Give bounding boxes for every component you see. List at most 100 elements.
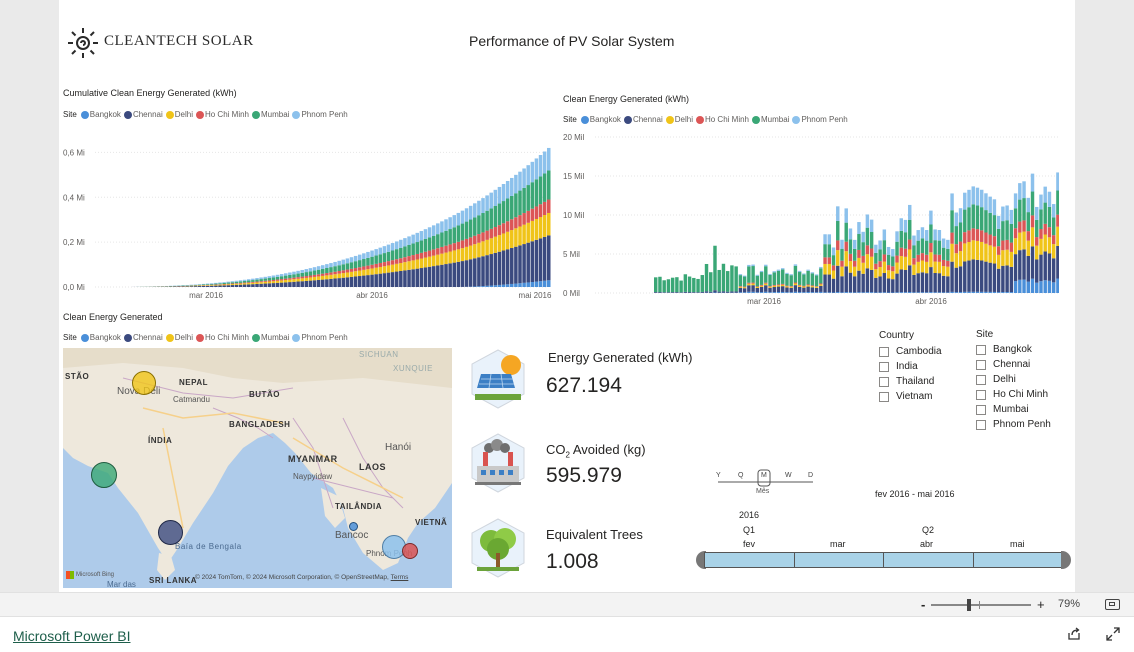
bar-stack[interactable] [1051, 204, 1056, 293]
bar-stack[interactable] [670, 277, 675, 293]
legend-item-bangkok[interactable]: Bangkok [580, 115, 621, 124]
site-option-phnom-penh[interactable]: Phnom Penh [976, 417, 1071, 432]
checkbox[interactable] [879, 376, 889, 387]
bar-stack[interactable] [903, 219, 908, 293]
bar-stack[interactable] [721, 263, 726, 293]
bar-stack[interactable] [793, 264, 798, 293]
bar-stack[interactable] [755, 274, 760, 293]
bar-stack[interactable] [869, 219, 874, 293]
bar-stack[interactable] [967, 189, 971, 293]
bar-stack[interactable] [937, 230, 942, 293]
bar-stack[interactable] [734, 266, 738, 293]
bar-stack[interactable] [836, 206, 840, 293]
country-option-vietnam[interactable]: Vietnam [879, 389, 969, 404]
legend-item-delhi[interactable]: Delhi [165, 110, 193, 119]
bar-stack[interactable] [1005, 205, 1009, 293]
legend-item-mumbai[interactable]: Mumbai [752, 115, 789, 124]
bar-stack[interactable] [848, 228, 853, 293]
timeline-cell-abr[interactable] [884, 553, 974, 567]
checkbox[interactable] [976, 389, 986, 400]
site-slicer[interactable]: Site Bangkok Chennai Delhi Ho Chi Minh Mumba… [976, 329, 1071, 432]
bar-stack[interactable] [954, 212, 959, 293]
bar-stack[interactable] [1035, 206, 1039, 293]
map-bubble-delhi[interactable] [132, 371, 156, 395]
bar-stack[interactable] [662, 280, 666, 293]
granularity-option-y[interactable]: Y [716, 472, 721, 479]
fit-to-page-icon[interactable] [1105, 599, 1120, 610]
bar-stack[interactable] [861, 231, 865, 293]
bar-stack[interactable] [984, 193, 988, 293]
bar-stack[interactable] [840, 239, 844, 293]
country-option-cambodia[interactable]: Cambodia [879, 344, 969, 359]
bar-stack[interactable] [819, 266, 823, 293]
checkbox[interactable] [976, 344, 986, 355]
bar-stack[interactable] [759, 270, 764, 293]
bar-stack[interactable] [886, 246, 891, 293]
granularity-option-q[interactable]: Q [738, 472, 743, 479]
bar-stack[interactable] [781, 268, 785, 293]
bar-stack[interactable] [709, 272, 713, 293]
bar-stack[interactable] [920, 227, 925, 293]
checkbox[interactable] [879, 391, 889, 402]
map-bubble-mumbai[interactable] [91, 462, 117, 488]
daily-chart-legend[interactable]: Site Bangkok Chennai Delhi Ho Chi Minh Mumbai… [563, 115, 851, 124]
bar-stack[interactable] [831, 247, 836, 293]
zoom-in-button[interactable]: + [1037, 597, 1045, 612]
bar-stack[interactable] [810, 272, 815, 293]
bar-stack[interactable] [764, 264, 768, 293]
bar-stack[interactable] [1043, 186, 1047, 293]
legend-item-mumbai[interactable]: Mumbai [252, 333, 289, 342]
checkbox[interactable] [976, 404, 986, 415]
bar-stack[interactable] [730, 265, 734, 293]
bar-stack[interactable] [738, 274, 743, 293]
legend-item-ho-chi-minh[interactable]: Ho Chi Minh [695, 115, 749, 124]
bar-stack[interactable] [679, 280, 683, 293]
bar-stack[interactable] [751, 264, 755, 293]
bar-stack[interactable] [785, 272, 789, 293]
map-attribution[interactable]: © 2024 TomTom, © 2024 Microsoft Corporat… [195, 574, 408, 581]
bar-stack[interactable] [802, 273, 806, 293]
legend-item-phnom-penh[interactable]: Phnom Penh [292, 333, 348, 342]
bar-stack[interactable] [941, 238, 946, 293]
legend-item-chennai[interactable]: Chennai [123, 110, 163, 119]
country-option-thailand[interactable]: Thailand [879, 374, 969, 389]
bar-stack[interactable] [946, 239, 950, 293]
bar-stack[interactable] [852, 239, 857, 293]
bar-stack[interactable] [742, 275, 747, 293]
country-option-india[interactable]: India [879, 359, 969, 374]
legend-item-ho-chi-minh[interactable]: Ho Chi Minh [195, 333, 249, 342]
bar-stack[interactable] [878, 240, 882, 293]
legend-item-chennai[interactable]: Chennai [623, 115, 663, 124]
bar-stack[interactable] [768, 273, 772, 293]
bar-stack[interactable] [929, 210, 933, 293]
timeline-cell-fev[interactable] [705, 553, 795, 567]
power-bi-link[interactable]: Microsoft Power BI [13, 628, 130, 644]
bar-stack[interactable] [996, 215, 1001, 293]
legend-item-phnom-penh[interactable]: Phnom Penh [792, 115, 848, 124]
bar-stack[interactable] [696, 278, 700, 293]
checkbox[interactable] [879, 361, 889, 372]
site-option-ho-chi-minh[interactable]: Ho Chi Minh [976, 387, 1071, 402]
bar-stack[interactable] [658, 276, 662, 293]
bar-stack[interactable] [958, 208, 963, 293]
share-icon[interactable] [1067, 627, 1081, 646]
timeline-cell-mai[interactable] [974, 553, 1063, 567]
bar-stack[interactable] [950, 193, 954, 293]
bar-stack[interactable] [683, 274, 688, 293]
legend-item-bangkok[interactable]: Bangkok [80, 333, 121, 342]
bar-stack[interactable] [1047, 191, 1052, 293]
site-option-delhi[interactable]: Delhi [976, 372, 1071, 387]
legend-item-delhi[interactable]: Delhi [165, 333, 193, 342]
map-bubble-ho-chi-minh[interactable] [402, 543, 418, 559]
bar-stack[interactable] [857, 222, 861, 293]
bar-stack[interactable] [912, 235, 916, 293]
map[interactable]: SICHUAN XUNQUIE STÃO NEPAL BUTÃO Catmand… [63, 348, 452, 588]
area-series-delhi[interactable] [140, 212, 551, 287]
bar-stack[interactable] [713, 245, 717, 293]
bar-stack[interactable] [776, 269, 781, 293]
bar-stack[interactable] [692, 277, 696, 293]
bar-stack[interactable] [874, 244, 878, 293]
bar-stack[interactable] [988, 196, 992, 293]
bar-stack[interactable] [747, 264, 751, 293]
bar-stack[interactable] [725, 271, 730, 293]
